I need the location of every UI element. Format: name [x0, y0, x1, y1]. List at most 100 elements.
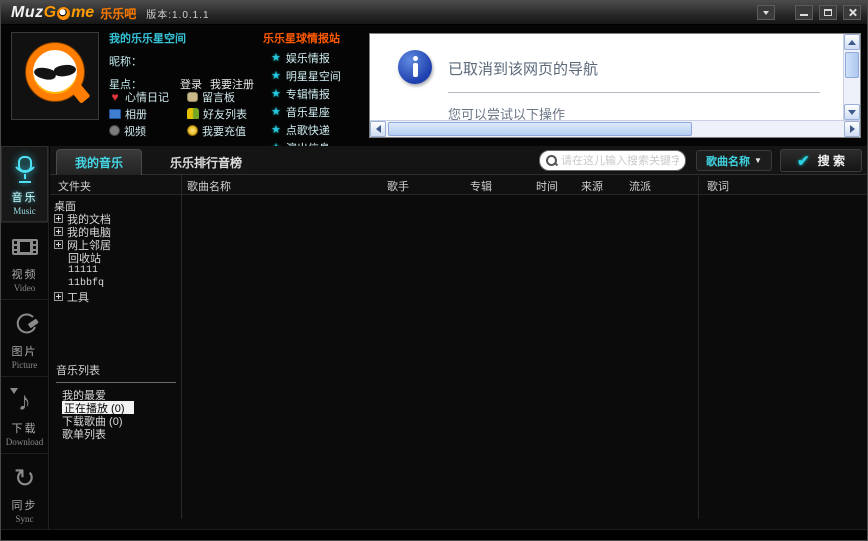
sync-icon: ↻	[13, 462, 36, 493]
folder-tree: 桌面 我的文档 我的电脑 网上邻居 回收站 11111 11bbfq 工具	[54, 199, 179, 304]
station-item-song-request[interactable]: ★ 点歌快递	[263, 121, 368, 139]
recharge-icon	[187, 125, 198, 136]
sidebar-item-video[interactable]: 视频 Video	[1, 223, 48, 300]
expand-icon[interactable]	[54, 240, 63, 249]
close-button[interactable]	[843, 5, 861, 20]
tree-item-recycle-bin[interactable]: 回收站	[54, 251, 179, 265]
microphone-icon	[11, 153, 39, 187]
col-source[interactable]: 来源	[581, 178, 603, 194]
title-bar: Muz Gme 乐乐吧 版本:1.0.1.1	[1, 1, 867, 25]
app-name-cn: 乐乐吧	[100, 6, 137, 21]
info-station-panel: 乐乐星球情报站 ★娱乐情报 ★明星星空间 ★专辑情报 ★音乐星座 ★点歌快递 ★…	[263, 30, 368, 157]
maximize-icon	[824, 9, 832, 16]
sidebar-item-download[interactable]: ♪ 下载 Download	[1, 377, 48, 454]
my-space-link[interactable]: 我的乐乐星空间	[109, 30, 264, 46]
col-artist[interactable]: 歌手	[387, 178, 409, 194]
table-header-row: 文件夹 歌曲名称 歌手 专辑 时间 来源 流派 歌词	[50, 175, 867, 195]
message-board-icon	[187, 91, 198, 102]
chevron-down-icon: ▼	[754, 156, 762, 165]
error-hint-text: 您可以尝试以下操作	[448, 107, 566, 120]
video-reel-icon	[109, 125, 120, 136]
info-icon	[398, 50, 432, 84]
mood-diary-link[interactable]: ♥ 心情日记	[109, 88, 187, 105]
arrow-right-icon	[849, 125, 855, 133]
top-panel: 我的乐乐星空间 昵称： 星点： 登录 我要注册 ♥ 心情日记 留言板 相册 好友列…	[1, 25, 867, 155]
tree-item-tools[interactable]: 工具	[54, 290, 179, 304]
message-board-link[interactable]: 留言板	[187, 88, 269, 105]
search-field-dropdown[interactable]: 歌曲名称 ▼	[696, 150, 772, 171]
station-item-album[interactable]: ★ 专辑情报	[263, 85, 368, 103]
video-link[interactable]: 视频	[109, 122, 187, 139]
minimize-button[interactable]	[795, 5, 813, 20]
station-item-entertainment[interactable]: ★ 娱乐情报	[263, 49, 368, 67]
quick-links: ♥ 心情日记 留言板 相册 好友列表 视频 我要充值	[109, 88, 269, 139]
app-window: Muz Gme 乐乐吧 版本:1.0.1.1 我的乐乐星空间 昵称： 星点： 登…	[0, 0, 868, 541]
expand-icon[interactable]	[54, 214, 63, 223]
app-body: 音乐 Music 视频 Video 图片 Picture ♪ 下载 Downlo…	[1, 146, 867, 531]
friends-list-link[interactable]: 好友列表	[187, 105, 269, 122]
recharge-link[interactable]: 我要充值	[187, 122, 269, 139]
window-controls	[757, 5, 861, 20]
col-song-name[interactable]: 歌曲名称	[187, 178, 231, 194]
arrow-up-icon	[848, 39, 856, 45]
search-button[interactable]: ✔ 搜 索	[780, 149, 862, 172]
divider	[698, 177, 699, 519]
tab-ranking[interactable]: 乐乐排行音榜	[152, 149, 260, 175]
nickname-label: 昵称：	[109, 56, 142, 68]
station-item-horoscope[interactable]: ★ 音乐星座	[263, 103, 368, 121]
divider	[181, 175, 182, 519]
brand-face-icon	[57, 6, 71, 20]
picture-icon	[11, 307, 39, 341]
search-icon	[546, 155, 557, 166]
divider	[448, 92, 820, 93]
star-icon: ★	[271, 51, 281, 64]
sidebar: 音乐 Music 视频 Video 图片 Picture ♪ 下载 Downlo…	[1, 146, 49, 531]
app-logo	[11, 32, 99, 120]
brand-muz: Muz	[11, 4, 44, 21]
vertical-scrollbar[interactable]	[843, 34, 860, 120]
search-box	[539, 150, 686, 171]
arrow-down-icon	[10, 387, 18, 394]
main-panel: 我的音乐 乐乐排行音榜 歌曲名称 ▼ ✔ 搜 索 文件夹 歌曲名称 歌手	[50, 146, 867, 531]
col-lyrics[interactable]: 歌词	[707, 178, 729, 194]
search-input[interactable]	[561, 154, 679, 167]
chevron-down-icon	[763, 10, 769, 15]
horizontal-scrollbar[interactable]	[370, 120, 860, 137]
q-face-icon	[26, 43, 91, 104]
tree-item-11111[interactable]: 11111	[54, 264, 179, 277]
star-icon: ★	[271, 123, 281, 136]
sidebar-item-picture[interactable]: 图片 Picture	[1, 300, 48, 377]
navigation-canceled-message: 已取消到该网页的导航	[448, 61, 599, 78]
scroll-down-button[interactable]	[844, 104, 860, 120]
check-icon: ✔	[797, 152, 810, 170]
browser-error-page: 已取消到该网页的导航 您可以尝试以下操作	[370, 34, 843, 120]
arrow-left-icon	[375, 125, 381, 133]
photo-album-link[interactable]: 相册	[109, 105, 187, 122]
scroll-right-button[interactable]	[844, 121, 860, 137]
col-album[interactable]: 专辑	[470, 178, 492, 194]
star-icon: ★	[271, 69, 281, 82]
folder-column-header: 文件夹	[58, 181, 91, 193]
col-genre[interactable]: 流派	[629, 178, 651, 194]
sidebar-item-music[interactable]: 音乐 Music	[1, 146, 48, 223]
scroll-left-button[interactable]	[370, 121, 386, 137]
download-note-icon: ♪	[10, 384, 31, 418]
expand-icon[interactable]	[54, 292, 63, 301]
sidebar-item-sync[interactable]: ↻ 同步 Sync	[1, 454, 48, 531]
bottom-strip	[1, 529, 867, 540]
skin-menu-button[interactable]	[757, 5, 775, 20]
maximize-button[interactable]	[819, 5, 837, 20]
filmstrip-icon	[10, 230, 40, 264]
col-duration[interactable]: 时间	[536, 178, 558, 194]
list-item-playlists[interactable]: 歌单列表	[62, 427, 178, 441]
station-item-celebrity[interactable]: ★ 明星星空间	[263, 67, 368, 85]
app-version: 版本:1.0.1.1	[146, 9, 210, 21]
app-logo-text: Muz Gme 乐乐吧 版本:1.0.1.1	[11, 2, 210, 24]
expand-icon[interactable]	[54, 227, 63, 236]
embedded-browser: 已取消到该网页的导航 您可以尝试以下操作	[369, 33, 861, 138]
vertical-scroll-thumb[interactable]	[845, 52, 859, 78]
minimize-icon	[800, 14, 808, 16]
horizontal-scroll-thumb[interactable]	[388, 122, 692, 136]
tab-my-music[interactable]: 我的音乐	[56, 149, 143, 175]
scroll-up-button[interactable]	[844, 34, 860, 50]
